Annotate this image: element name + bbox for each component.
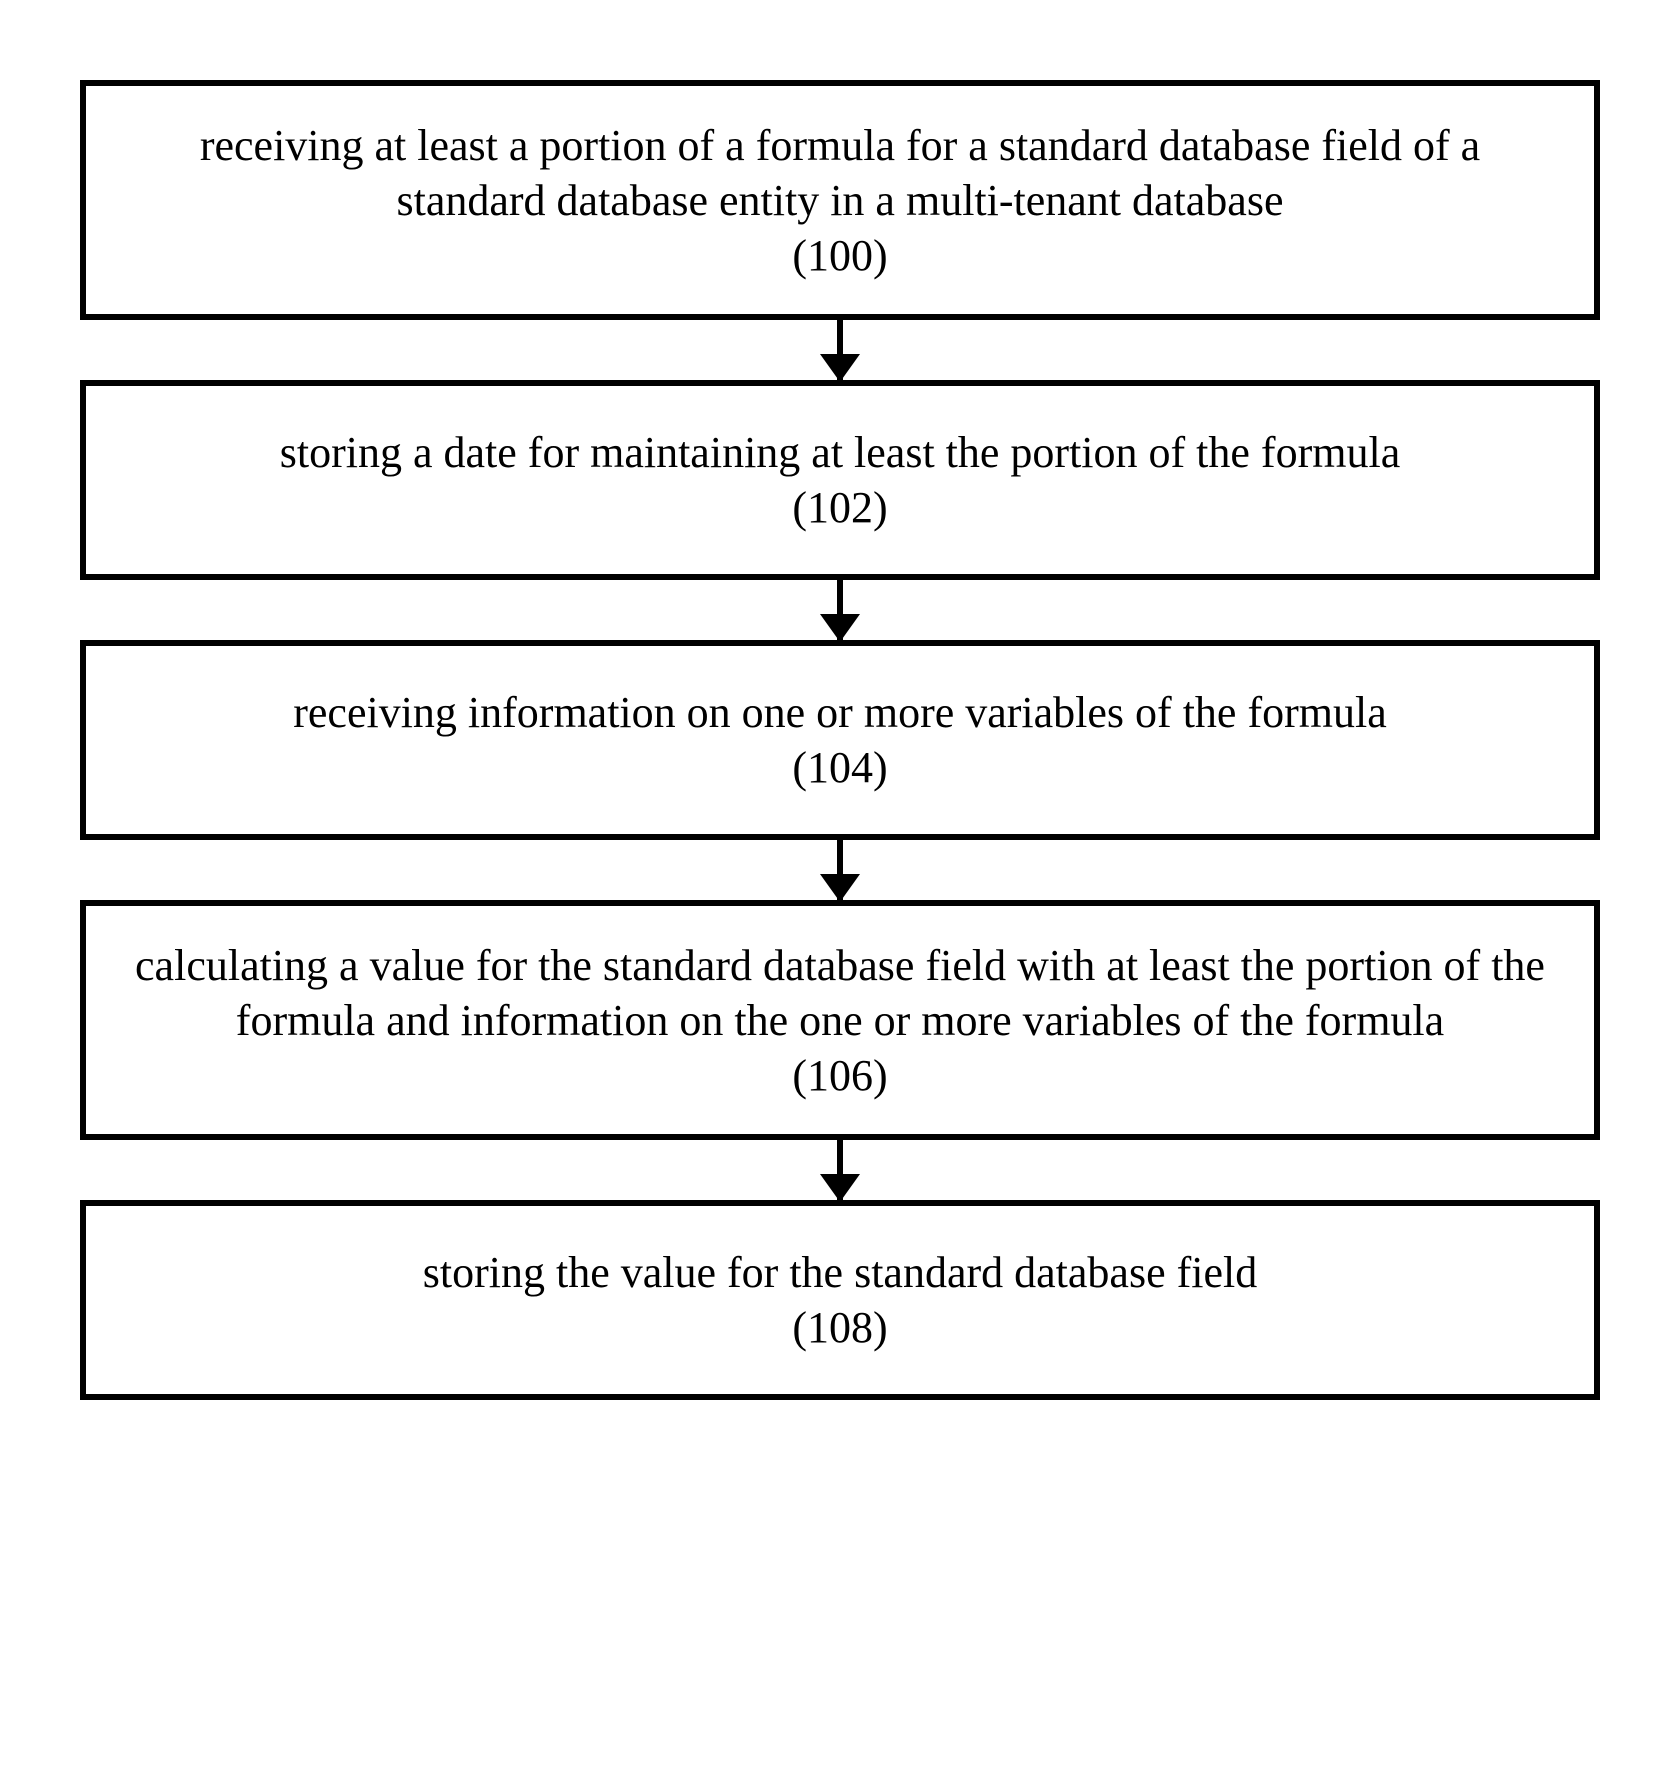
flow-step-108: storing the value for the standard datab… [80, 1200, 1600, 1400]
step-number: (104) [126, 740, 1554, 795]
flow-step-104: receiving information on one or more var… [80, 640, 1600, 840]
arrow-icon [837, 580, 843, 640]
step-text: calculating a value for the standard dat… [126, 938, 1554, 1048]
arrow-icon [837, 840, 843, 900]
flow-step-102: storing a date for maintaining at least … [80, 380, 1600, 580]
arrow-icon [837, 1140, 843, 1200]
step-number: (106) [126, 1048, 1554, 1103]
step-text: receiving at least a portion of a formul… [126, 118, 1554, 228]
step-text: storing a date for maintaining at least … [126, 425, 1554, 480]
arrow-icon [837, 320, 843, 380]
flow-step-106: calculating a value for the standard dat… [80, 900, 1600, 1140]
flow-step-100: receiving at least a portion of a formul… [80, 80, 1600, 320]
step-text: receiving information on one or more var… [126, 685, 1554, 740]
step-text: storing the value for the standard datab… [126, 1245, 1554, 1300]
step-number: (108) [126, 1300, 1554, 1355]
step-number: (100) [126, 228, 1554, 283]
step-number: (102) [126, 480, 1554, 535]
flowchart: receiving at least a portion of a formul… [80, 80, 1600, 1400]
